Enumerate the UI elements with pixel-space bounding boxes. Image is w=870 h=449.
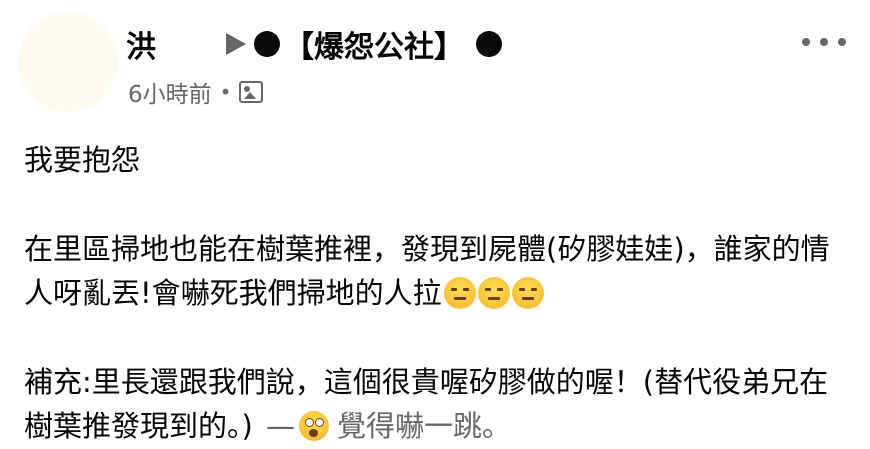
feeling-text[interactable]: 覺得嚇一跳。	[337, 409, 511, 443]
post-card: 洪 【爆怨公社】 6小時前 • 我要抱怨 在里區掃地也能在樹葉推裡，發現到屍體(…	[0, 0, 870, 449]
post-header: 洪 【爆怨公社】	[126, 22, 502, 66]
group-name[interactable]: 【爆怨公社】	[284, 22, 464, 66]
post-body: 我要抱怨 在里區掃地也能在樹葉推裡，發現到屍體(矽膠娃娃)，誰家的情人呀亂丟!會…	[24, 138, 844, 448]
group-dot-right-icon	[476, 31, 502, 57]
post-text-paragraph-3: 補充:里長還跟我們說，這個很貴喔矽膠做的喔！(替代役弟兄在樹葉推發現到的。) —…	[24, 360, 844, 448]
group-dot-left-icon	[254, 31, 280, 57]
author-avatar[interactable]	[18, 12, 118, 112]
expressionless-face-emoji	[477, 277, 510, 309]
meta-separator: •	[219, 80, 232, 104]
photo-icon	[239, 81, 264, 103]
post-text-paragraph-2: 在里區掃地也能在樹葉推裡，發現到屍體(矽膠娃娃)，誰家的情人呀亂丟!會嚇死我們掃…	[24, 227, 844, 315]
feeling-dash: —	[266, 409, 296, 443]
more-options-button[interactable]	[802, 28, 846, 56]
post-text-line-1: 我要抱怨	[24, 143, 141, 177]
expressionless-face-emoji	[511, 277, 544, 309]
more-options-icon	[838, 38, 846, 46]
astonished-face-icon	[299, 411, 330, 441]
author-name[interactable]: 洪	[126, 22, 156, 66]
paragraph-2-text: 在里區掃地也能在樹葉推裡，發現到屍體(矽膠娃娃)，誰家的情人呀亂丟!會嚇死我們掃…	[24, 232, 830, 310]
expressionless-face-emoji	[443, 277, 476, 309]
share-arrow-icon	[226, 33, 246, 55]
post-meta: 6小時前 •	[128, 75, 264, 109]
post-timestamp[interactable]: 6小時前	[128, 75, 212, 109]
more-options-icon	[802, 38, 810, 46]
more-options-icon	[820, 38, 828, 46]
